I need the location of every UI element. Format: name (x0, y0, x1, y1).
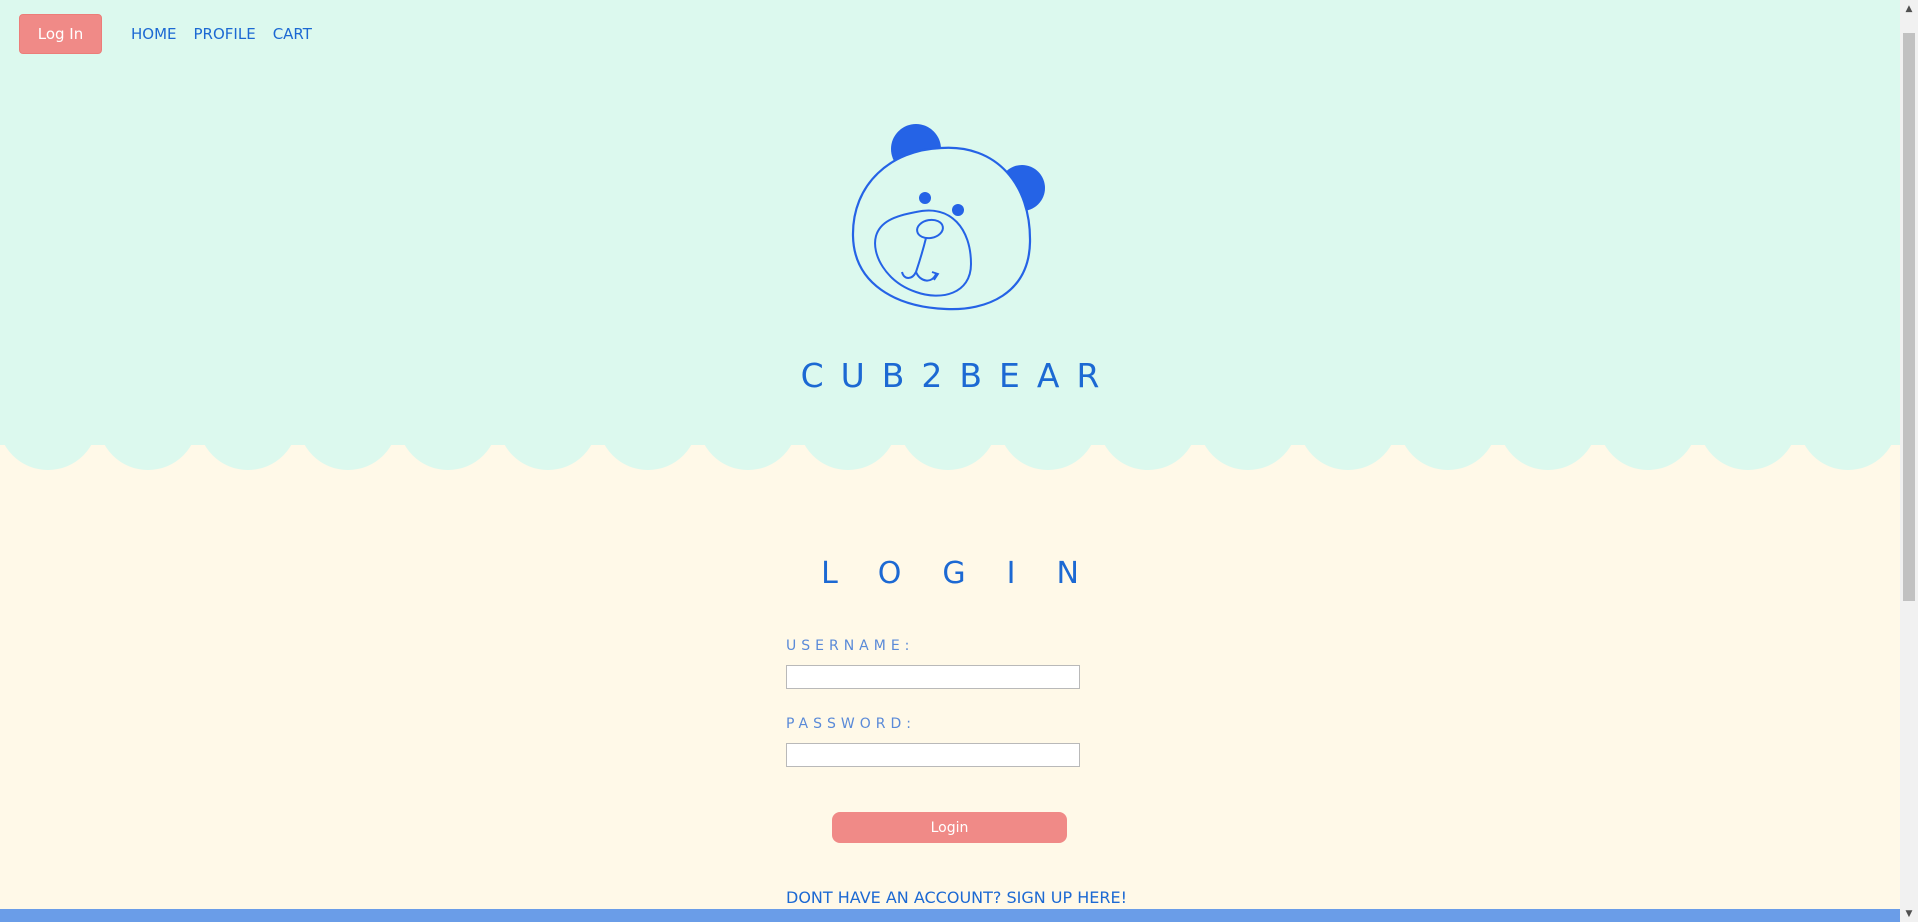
nav-link-cart[interactable]: CART (273, 25, 312, 43)
scrollbar[interactable]: ▲ ▼ (1900, 0, 1918, 922)
nav-links: HOME PROFILE CART (131, 25, 312, 43)
username-label: USERNAME: (786, 638, 915, 654)
nav-link-profile[interactable]: PROFILE (194, 25, 256, 43)
scrollbar-thumb[interactable] (1903, 33, 1915, 601)
signup-link[interactable]: DONT HAVE AN ACCOUNT? SIGN UP HERE! (786, 888, 1127, 907)
brand-name: CUB2BEAR (800, 356, 1117, 395)
login-title: LOGIN (821, 556, 1120, 591)
login-submit-button[interactable]: Login (832, 812, 1067, 843)
nav-link-home[interactable]: HOME (131, 25, 177, 43)
scallop-divider (0, 420, 1900, 470)
top-nav: Log In HOME PROFILE CART (19, 14, 312, 54)
login-form: USERNAME: PASSWORD: (786, 638, 1082, 794)
bear-face-icon (851, 124, 1045, 311)
chevron-down-icon[interactable]: ▼ (1900, 905, 1918, 922)
password-label: PASSWORD: (786, 716, 916, 732)
username-input[interactable] (786, 665, 1080, 689)
page: Log In HOME PROFILE CART CUB2BEAR LOGIN … (0, 0, 1918, 922)
footer-bar (0, 909, 1900, 922)
login-nav-button[interactable]: Log In (19, 14, 102, 54)
password-input[interactable] (786, 743, 1080, 767)
chevron-up-icon[interactable]: ▲ (1900, 0, 1918, 17)
